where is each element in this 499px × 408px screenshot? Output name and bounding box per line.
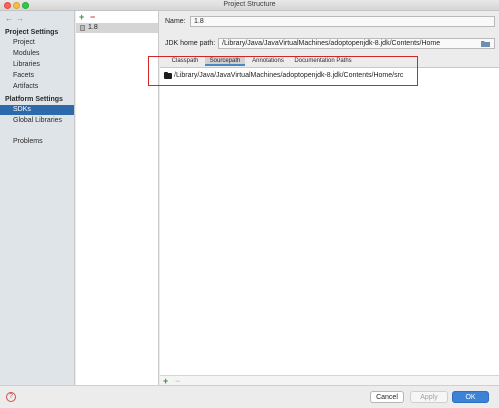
sidebar-item-global-libraries[interactable]: Global Libraries bbox=[0, 116, 74, 126]
sidebar-item-libraries[interactable]: Libraries bbox=[0, 60, 74, 70]
cancel-button[interactable]: Cancel bbox=[370, 391, 404, 403]
jdk-folder-icon bbox=[80, 25, 85, 31]
window-title: Project Structure bbox=[223, 1, 276, 8]
sdk-name-field[interactable]: 1.8 bbox=[190, 16, 495, 27]
sidebar-item-sdks[interactable]: SDKs bbox=[0, 105, 74, 115]
back-arrow-icon[interactable]: ← bbox=[5, 14, 13, 23]
tab-sourcepath[interactable]: Sourcepath bbox=[205, 56, 245, 66]
forward-arrow-icon[interactable]: → bbox=[16, 14, 24, 23]
jdk-home-path-value: /Library/Java/JavaVirtualMachines/adopto… bbox=[222, 40, 441, 47]
folder-icon bbox=[164, 71, 172, 79]
apply-button[interactable]: Apply bbox=[410, 391, 448, 403]
tab-documentation-paths[interactable]: Documentation Paths bbox=[291, 56, 355, 66]
sidebar-item-artifacts[interactable]: Artifacts bbox=[0, 82, 74, 92]
sourcepath-list: /Library/Java/JavaVirtualMachines/adopto… bbox=[160, 67, 499, 377]
sidebar-item-modules[interactable]: Modules bbox=[0, 49, 74, 59]
sdk-list-item[interactable]: 1.8 bbox=[76, 23, 158, 33]
remove-sdk-button[interactable]: − bbox=[90, 12, 95, 22]
help-button[interactable]: ? bbox=[6, 392, 16, 402]
add-sdk-button[interactable]: + bbox=[79, 12, 84, 22]
jdk-home-path-label: JDK home path: bbox=[165, 40, 216, 47]
name-label: Name: bbox=[165, 18, 186, 25]
sdk-list-item-label: 1.8 bbox=[88, 24, 98, 31]
ok-button[interactable]: OK bbox=[452, 391, 489, 403]
folder-browse-icon[interactable] bbox=[481, 40, 490, 47]
settings-sidebar: ← → Project Settings Project Modules Lib… bbox=[0, 11, 75, 385]
sidebar-item-project[interactable]: Project bbox=[0, 38, 74, 48]
tab-classpath[interactable]: Classpath bbox=[168, 56, 202, 66]
platform-settings-header: Platform Settings bbox=[5, 96, 63, 103]
sidebar-item-facets[interactable]: Facets bbox=[0, 71, 74, 81]
sdk-tabs: Classpath Sourcepath Annotations Documen… bbox=[160, 56, 499, 66]
source-path-text: /Library/Java/JavaVirtualMachines/adopto… bbox=[174, 72, 404, 79]
tab-annotations[interactable]: Annotations bbox=[248, 56, 288, 66]
dialog-button-bar: ? Cancel Apply OK bbox=[0, 385, 499, 408]
sdk-list-panel: + − 1.8 bbox=[76, 11, 159, 385]
sidebar-item-problems[interactable]: Problems bbox=[0, 137, 74, 147]
project-settings-header: Project Settings bbox=[5, 29, 59, 36]
path-list-toolbar: + − bbox=[160, 375, 499, 386]
jdk-home-path-field[interactable]: /Library/Java/JavaVirtualMachines/adopto… bbox=[218, 38, 495, 49]
sdk-details-panel: Name: 1.8 JDK home path: /Library/Java/J… bbox=[160, 11, 499, 386]
title-bar: Project Structure bbox=[0, 0, 499, 11]
